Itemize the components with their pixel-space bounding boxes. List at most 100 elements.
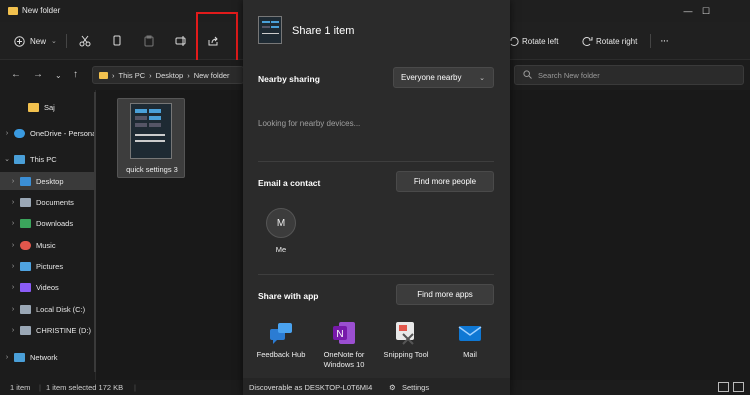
details-view-icon[interactable] [718, 382, 729, 392]
chevron-right-icon[interactable]: › [6, 242, 20, 249]
chevron-down-icon[interactable]: ⌄ [0, 155, 14, 163]
breadcrumb-this-pc[interactable]: This PC [119, 71, 146, 80]
chevron-right-icon[interactable]: › [6, 284, 20, 291]
shared-file-thumbnail [258, 16, 282, 44]
copy-button[interactable] [110, 32, 124, 50]
rotate-right-icon [580, 34, 594, 48]
cut-button[interactable] [78, 32, 92, 50]
network-icon [14, 352, 25, 362]
nav-item-pictures[interactable]: › Pictures [0, 257, 94, 275]
nav-item-downloads[interactable]: › Downloads [0, 214, 94, 232]
back-arrow-icon[interactable]: ← [11, 69, 21, 80]
app-snipping-tool[interactable]: Snipping Tool [374, 320, 438, 360]
minimize-button[interactable]: — [680, 4, 696, 18]
chevron-right-icon[interactable]: › [6, 220, 20, 227]
maximize-button[interactable]: ☐ [698, 4, 714, 18]
app-name: Snipping Tool [383, 350, 429, 359]
app-name: OneNote for Windows 10 [323, 350, 365, 369]
nav-item-network[interactable]: › Network [0, 348, 94, 366]
address-field[interactable]: › This PC › Desktop › New folder [92, 66, 244, 84]
nav-item-label: Network [30, 352, 58, 362]
nav-item-label: Downloads [36, 218, 74, 228]
more-options-button[interactable]: ··· [660, 32, 669, 50]
file-thumbnail [130, 103, 172, 159]
file-item[interactable]: quick settings 3 [117, 98, 185, 178]
rotate-right-button[interactable]: Rotate right [580, 32, 637, 50]
nav-item-label: Desktop [36, 176, 64, 186]
chevron-right-icon[interactable]: › [6, 178, 20, 185]
clipboard-icon [142, 34, 156, 48]
up-arrow-icon[interactable]: ↑ [73, 69, 78, 80]
window-title: New folder [22, 6, 61, 15]
nearby-sharing-dropdown[interactable]: Everyone nearby ⌄ [393, 67, 494, 88]
view-switcher [718, 382, 744, 392]
chevron-right-icon[interactable]: › [6, 306, 20, 313]
documents-icon [20, 197, 31, 207]
nav-item-saj[interactable]: Saj [0, 98, 94, 116]
folder-icon [99, 71, 108, 79]
section-divider [258, 274, 494, 275]
nav-item-this-pc[interactable]: ⌄ This PC [0, 150, 94, 168]
nav-item-label: Music [36, 240, 56, 250]
chevron-right-icon[interactable]: › [0, 130, 14, 137]
forward-arrow-icon[interactable]: → [33, 69, 43, 80]
chevron-right-icon[interactable]: › [6, 263, 20, 270]
navigation-pane: Saj › OneDrive - Personal ⌄ This PC › De… [0, 90, 96, 380]
search-input[interactable]: Search New folder [514, 65, 744, 85]
section-divider [258, 161, 494, 162]
nav-item-label: Documents [36, 197, 74, 207]
nav-item-christine-drive[interactable]: › CHRISTINE (D:) [0, 321, 94, 339]
find-more-apps-button[interactable]: Find more apps [396, 284, 494, 305]
nav-item-local-disk[interactable]: › Local Disk (C:) [0, 300, 94, 318]
nav-item-onedrive[interactable]: › OneDrive - Personal [0, 124, 94, 142]
share-button-highlight [196, 12, 238, 62]
large-icons-view-icon[interactable] [733, 382, 744, 392]
rotate-left-label: Rotate left [522, 36, 559, 46]
gear-icon[interactable]: ⚙ [389, 383, 396, 392]
disk-icon [20, 304, 31, 314]
dropdown-value: Everyone nearby [401, 73, 462, 82]
find-more-people-button[interactable]: Find more people [396, 171, 494, 192]
new-button[interactable]: New ⌄ [12, 32, 57, 50]
rename-button[interactable] [174, 32, 188, 50]
selection-info: 1 item selected 172 KB [46, 383, 124, 392]
cloud-icon [14, 128, 25, 138]
recent-locations-icon[interactable]: ⌄ [55, 71, 62, 80]
breadcrumb-separator: › [112, 70, 115, 80]
app-mail[interactable]: Mail [438, 320, 502, 360]
file-list: quick settings 3 [97, 90, 243, 380]
breadcrumb-desktop[interactable]: Desktop [156, 71, 184, 80]
breadcrumb-separator: › [149, 70, 152, 80]
chevron-right-icon[interactable]: › [6, 327, 20, 334]
rotate-left-button[interactable]: Rotate left [506, 32, 558, 50]
nav-item-music[interactable]: › Music [0, 236, 94, 254]
svg-text:N: N [336, 329, 343, 340]
share-header: Share 1 item [243, 0, 510, 62]
app-onenote[interactable]: N OneNote for Windows 10 [312, 320, 376, 370]
nav-item-videos[interactable]: › Videos [0, 278, 94, 296]
new-label: New [30, 36, 47, 46]
rotate-right-label: Rotate right [596, 36, 638, 46]
nav-item-label: Pictures [36, 261, 64, 271]
nav-item-label: OneDrive - Personal [30, 128, 94, 138]
contact-avatar[interactable]: M [266, 208, 296, 238]
status-divider: | [39, 383, 41, 392]
nav-item-label: Videos [36, 282, 59, 292]
nav-item-label: Saj [44, 102, 55, 112]
share-flyout: Share 1 item Nearby sharing Everyone nea… [243, 0, 510, 395]
app-feedback-hub[interactable]: Feedback Hub [249, 320, 313, 360]
chevron-right-icon[interactable]: › [6, 199, 20, 206]
nav-item-documents[interactable]: › Documents [0, 193, 94, 211]
settings-link[interactable]: Settings [402, 383, 429, 392]
nav-item-desktop[interactable]: › Desktop [0, 172, 94, 190]
rename-icon [174, 34, 188, 48]
paste-button[interactable] [142, 32, 156, 50]
email-contact-label: Email a contact [258, 178, 321, 188]
breadcrumb-new-folder[interactable]: New folder [194, 71, 230, 80]
share-title: Share 1 item [292, 25, 355, 37]
chevron-right-icon[interactable]: › [0, 354, 14, 361]
nav-scrollbar[interactable] [94, 92, 96, 372]
discoverable-text: Discoverable as DESKTOP-L0T6MI4 [249, 383, 373, 392]
nav-item-label: Local Disk (C:) [36, 304, 86, 314]
music-icon [20, 240, 31, 250]
